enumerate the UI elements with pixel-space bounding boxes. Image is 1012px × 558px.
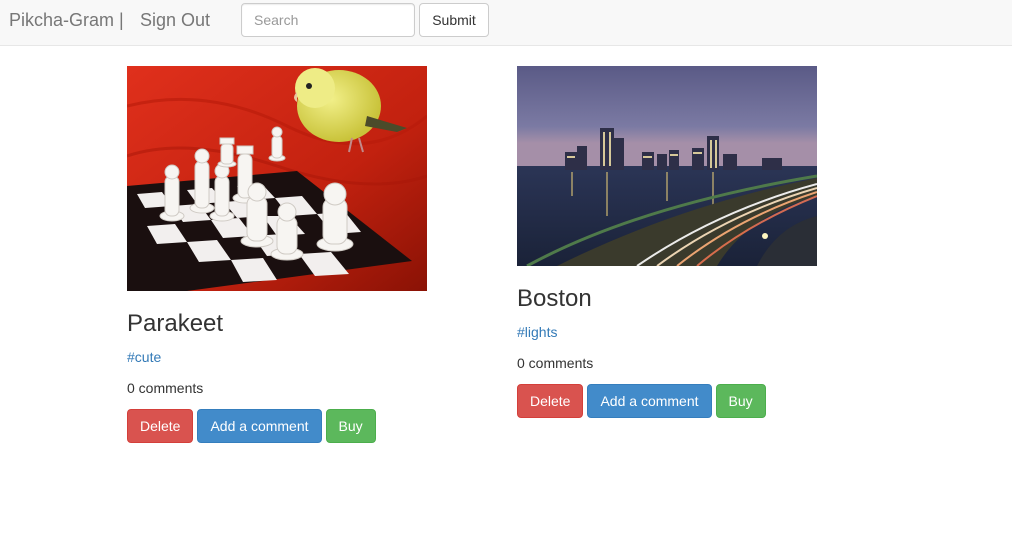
- buy-button[interactable]: Buy: [715, 384, 766, 418]
- delete-button[interactable]: Delete: [127, 409, 194, 443]
- post-tag-link[interactable]: #lights: [517, 323, 817, 341]
- post-actions: Delete Add a comment Buy: [127, 409, 427, 443]
- parakeet-and-chess-photo[interactable]: [127, 66, 427, 291]
- buy-button[interactable]: Buy: [325, 409, 376, 443]
- post-actions: Delete Add a comment Buy: [517, 384, 817, 418]
- post-tag-link[interactable]: #cute: [127, 348, 427, 366]
- delete-button[interactable]: Delete: [517, 384, 584, 418]
- post-title: Parakeet: [127, 310, 224, 337]
- comment-count: 0 comments: [127, 380, 204, 396]
- add-comment-button[interactable]: Add a comment: [587, 384, 712, 418]
- submit-button[interactable]: Submit: [419, 3, 489, 37]
- search-input[interactable]: [241, 3, 415, 37]
- post-title: Boston: [517, 285, 592, 312]
- brand-link[interactable]: Pikcha-Gram |: [9, 10, 124, 30]
- post-card-boston: Boston #lights 0 comments Delete Add a c…: [517, 66, 817, 418]
- navbar: Pikcha-Gram | Sign Out Submit: [0, 0, 1012, 46]
- add-comment-button[interactable]: Add a comment: [197, 409, 322, 443]
- sign-out-link[interactable]: Sign Out: [140, 10, 210, 30]
- boston-skyline-night-photo[interactable]: [517, 66, 817, 266]
- post-card-parakeet: Parakeet #cute 0 comments Delete Add a c…: [127, 66, 427, 443]
- comment-count: 0 comments: [517, 355, 594, 371]
